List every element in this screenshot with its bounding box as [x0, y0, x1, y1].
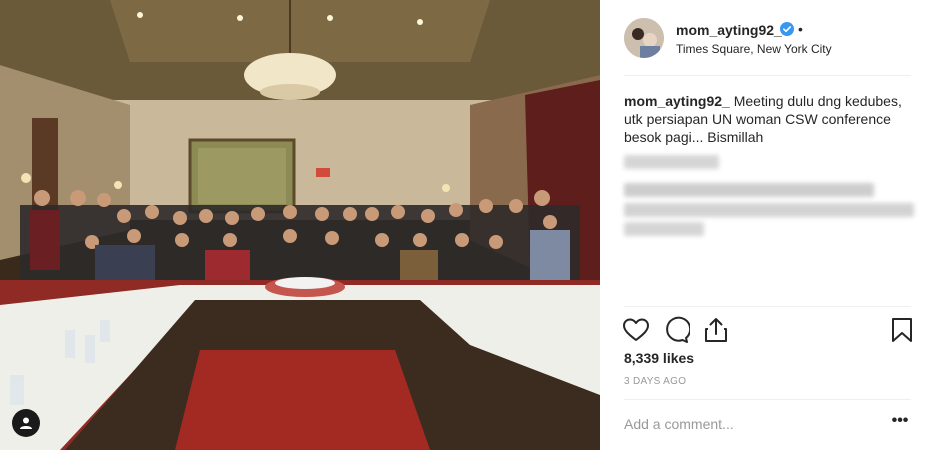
avatar[interactable]: [624, 18, 664, 58]
header-username[interactable]: mom_ayting92_: [676, 22, 782, 38]
heart-icon[interactable]: [622, 316, 650, 344]
header-separator: •: [798, 21, 803, 37]
group-meeting-photo: [0, 0, 600, 450]
caption-username[interactable]: mom_ayting92_: [624, 93, 730, 109]
comment-icon[interactable]: [662, 316, 690, 344]
verified-badge-icon: [780, 22, 794, 36]
center-floor: [175, 350, 430, 450]
comment-form: •••: [624, 410, 911, 438]
action-bar: [622, 316, 913, 344]
ceiling-recess: [110, 0, 490, 62]
blurred-comment: [624, 155, 719, 169]
exit-sign: [316, 168, 330, 177]
post-photo[interactable]: [0, 0, 600, 450]
post-date[interactable]: 3 DAYS AGO: [624, 376, 686, 387]
post-caption: mom_ayting92_ Meeting dulu dng kedubes, …: [624, 92, 911, 146]
more-options-icon[interactable]: •••: [889, 412, 911, 432]
actions-divider: [624, 306, 911, 307]
location-link[interactable]: Times Square, New York City: [676, 42, 832, 56]
blurred-comment: [624, 222, 704, 236]
post-sidebar: mom_ayting92_ • Times Square, New York C…: [600, 0, 935, 450]
bookmark-icon[interactable]: [888, 316, 916, 344]
blurred-comment: [624, 203, 914, 217]
comment-input[interactable]: [624, 414, 874, 434]
blurred-comment: [624, 183, 874, 197]
comment-divider: [624, 399, 911, 400]
share-icon[interactable]: [702, 316, 730, 344]
likes-count[interactable]: 8,339 likes: [624, 350, 694, 366]
back-wall: [100, 100, 520, 220]
post-header: mom_ayting92_ • Times Square, New York C…: [624, 18, 911, 76]
user-tag-icon[interactable]: [12, 409, 40, 437]
